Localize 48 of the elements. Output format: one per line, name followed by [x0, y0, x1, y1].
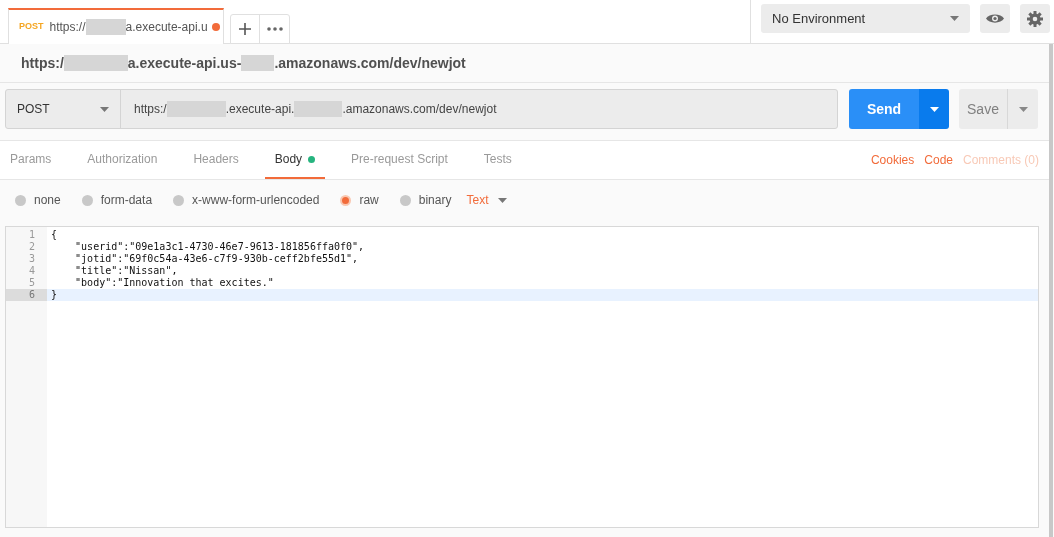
code-line: "jotid":"69f0c54a-43e6-c7f9-930b-ceff2bfe55d1", — [74, 253, 359, 265]
line-number: 3 — [27, 253, 36, 265]
radio-option[interactable]: none — [15, 191, 61, 209]
radio-option[interactable]: raw — [340, 191, 379, 209]
link[interactable]: Cookies — [870, 151, 915, 169]
caret-icon — [950, 16, 959, 21]
code-line: "userid":"09e1a3c1-4730-46e7-9613-181856ffa0f0", — [74, 241, 365, 253]
redacted-block — [241, 55, 275, 71]
line-number: 5 — [27, 277, 36, 289]
eye-button[interactable] — [980, 4, 1010, 33]
caret-icon — [929, 106, 939, 112]
tab[interactable]: Body — [264, 141, 326, 179]
more-icon — [266, 27, 283, 31]
line-number: 2 — [27, 241, 36, 253]
request-title: a.execute-api.us- — [127, 53, 242, 73]
environment-dropdown[interactable]: No Environment — [761, 4, 970, 33]
eye-icon — [986, 13, 1004, 24]
code-line: "title":"Nissan", — [74, 265, 178, 277]
tab-title: https:// a.execute-api.u — [49, 18, 208, 36]
caret-icon — [1018, 106, 1028, 112]
scrollbar[interactable] — [1049, 44, 1053, 537]
request-tab[interactable]: POST https:// a.execute-api.u — [8, 8, 224, 44]
code-line: "body":"Innovation that excites." — [74, 277, 274, 289]
code-line: } — [51, 289, 58, 301]
settings-button[interactable] — [1020, 4, 1050, 33]
link[interactable]: Code — [924, 151, 953, 169]
send-button[interactable]: Send — [849, 89, 919, 129]
settings-icon — [1027, 10, 1043, 27]
send-options-button[interactable] — [919, 89, 949, 129]
redacted-block — [63, 55, 128, 71]
tab[interactable]: Headers — [183, 141, 249, 179]
method-label: POST — [19, 20, 44, 34]
plus-icon — [239, 23, 251, 35]
code-line: { — [51, 229, 58, 241]
radio-option[interactable]: x-www-form-urlencoded — [173, 191, 320, 209]
tab[interactable]: Authorization — [77, 141, 168, 179]
request-title: .amazonaws.com/dev/newjot — [274, 53, 466, 73]
radio-option[interactable]: binary — [399, 191, 452, 209]
request-title: https:/ — [21, 53, 64, 73]
line-number: 1 — [27, 229, 36, 241]
caret-icon — [498, 197, 508, 203]
tab[interactable]: Pre-request Script — [341, 141, 458, 179]
format-dropdown[interactable]: Text — [466, 191, 508, 209]
line-number: 4 — [27, 265, 36, 277]
tab[interactable]: Tests — [473, 141, 522, 179]
line-number: 6 — [6, 289, 47, 301]
radio-option[interactable]: form-data — [81, 191, 153, 209]
tab[interactable]: Params — [0, 141, 62, 179]
